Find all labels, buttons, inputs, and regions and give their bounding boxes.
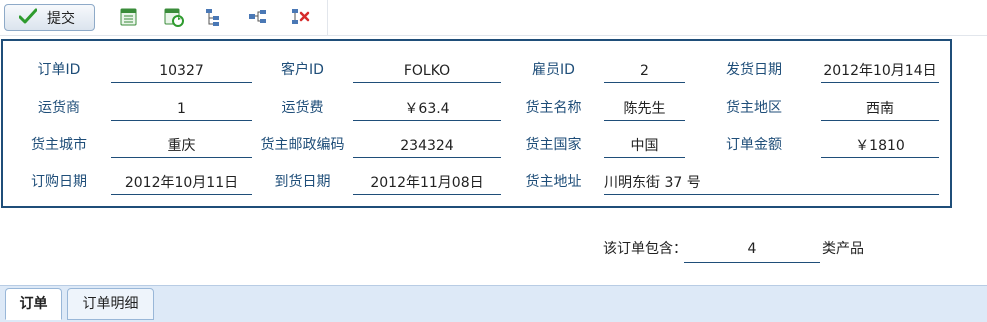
required-date-field[interactable]: 2012年11月08日 (353, 171, 501, 195)
product-count-suffix: 类产品 (822, 241, 864, 257)
ship-city-label: 货主城市 (31, 137, 87, 153)
ship-postal-code-field[interactable]: 234324 (353, 134, 501, 158)
order-amount-field[interactable]: ￥1810 (821, 134, 939, 158)
ship-date-field[interactable]: 2012年10月14日 (821, 59, 939, 83)
submit-button[interactable]: 提交 (4, 4, 95, 31)
ship-region-field[interactable]: 西南 (821, 97, 939, 121)
ship-city-field[interactable]: 重庆 (111, 134, 252, 158)
submit-label: 提交 (47, 10, 75, 27)
order-date-field[interactable]: 2012年10月11日 (111, 171, 252, 195)
order-amount-label: 订单金额 (726, 137, 782, 153)
excel-refresh-icon[interactable] (164, 7, 184, 27)
toolbar: 提交 (0, 0, 987, 36)
tab-order-details[interactable]: 订单明细 (67, 288, 154, 320)
tree-delete-node-icon[interactable] (290, 7, 310, 27)
tree-expand-icon[interactable] (204, 7, 224, 27)
check-icon (18, 8, 38, 28)
order-id-label: 订单ID (37, 62, 81, 78)
toolbar-separator (327, 0, 328, 36)
ship-country-label: 货主国家 (525, 137, 582, 153)
customer-id-field[interactable]: FOLKO (353, 59, 501, 83)
ship-region-label: 货主地区 (726, 100, 782, 116)
order-id-field[interactable]: 10327 (111, 59, 252, 83)
order-date-label: 订购日期 (31, 174, 87, 190)
freight-label: 运货费 (281, 100, 324, 116)
ship-address-label: 货主地址 (525, 174, 582, 190)
product-count-prefix: 该订单包含： (603, 241, 687, 257)
ship-date-label: 发货日期 (726, 62, 782, 78)
tab-order[interactable]: 订单 (5, 288, 62, 320)
shipper-label: 运货商 (38, 100, 80, 116)
tree-add-node-icon[interactable] (248, 7, 268, 27)
shipper-field[interactable]: 1 (111, 97, 252, 121)
product-count-field[interactable]: 4 (684, 237, 820, 263)
freight-field[interactable]: ￥63.4 (353, 97, 501, 121)
order-form: 订单ID 10327 客户ID FOLKO 雇员ID 2 发货日期 2012年1… (1, 39, 952, 208)
employee-id-label: 雇员ID (532, 62, 575, 78)
ship-address-field[interactable]: 川明东街 37 号 (604, 171, 939, 195)
excel-export-icon[interactable] (119, 7, 139, 27)
required-date-label: 到货日期 (274, 174, 331, 190)
employee-id-field[interactable]: 2 (604, 59, 685, 83)
ship-name-field[interactable]: 陈先生 (604, 97, 685, 121)
ship-postal-code-label: 货主邮政编码 (260, 137, 345, 153)
ship-name-label: 货主名称 (525, 100, 582, 116)
tab-bar: 订单 订单明细 (0, 285, 987, 322)
ship-country-field[interactable]: 中国 (604, 134, 685, 158)
customer-id-label: 客户ID (281, 62, 324, 78)
